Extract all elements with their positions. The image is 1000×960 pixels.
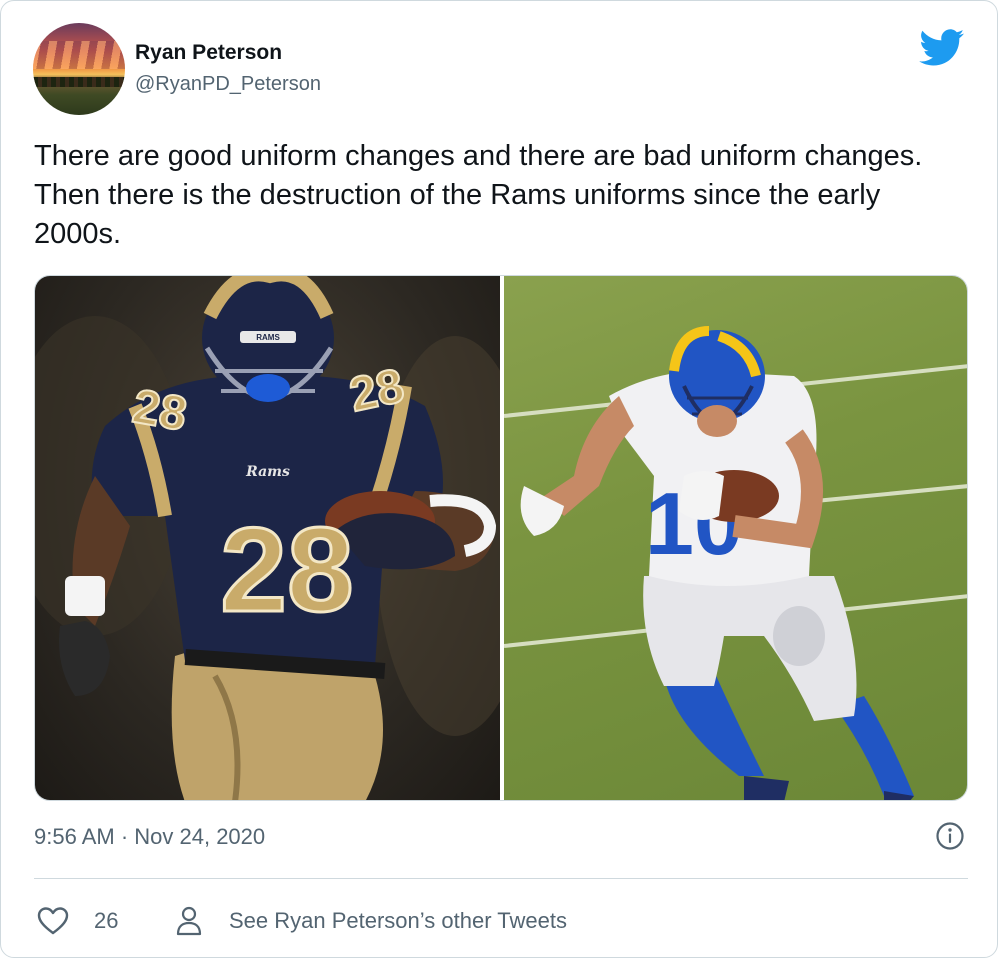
like-count[interactable]: 26 — [94, 908, 118, 934]
avatar-clouds — [33, 41, 125, 69]
photo-current-uniform[interactable]: 10 — [504, 276, 967, 800]
tweet-card: Ryan Peterson @RyanPD_Peterson There are… — [0, 0, 998, 958]
current-uniform-illustration: 10 — [504, 326, 967, 800]
heart-icon[interactable] — [36, 905, 70, 937]
author-name[interactable]: Ryan Peterson — [135, 41, 282, 65]
tweet-media[interactable]: RAMS 28 28 28 Rams 10 — [34, 275, 968, 801]
twitter-bird-icon[interactable] — [919, 29, 965, 67]
tweet-text: There are good uniform changes and there… — [34, 140, 923, 250]
jersey-number-right-shoulder: 28 — [345, 359, 408, 422]
info-icon[interactable] — [935, 821, 965, 851]
avatar[interactable] — [33, 23, 125, 115]
tweet-timestamp[interactable]: 9:56 AM · Nov 24, 2020 — [34, 824, 265, 850]
jersey-number-left-shoulder: 28 — [129, 380, 191, 441]
helmet-stripe-text: RAMS — [256, 333, 280, 342]
author-handle[interactable]: @RyanPD_Peterson — [135, 73, 321, 96]
jersey-wordmark: Rams — [245, 464, 290, 480]
classic-uniform-illustration: RAMS 28 28 28 Rams — [35, 276, 500, 800]
person-icon[interactable] — [174, 905, 204, 937]
photo-classic-uniform[interactable]: RAMS 28 28 28 Rams — [35, 276, 500, 800]
divider — [34, 878, 968, 879]
tweet-actions: 26 See Ryan Peterson’s other Tweets — [34, 899, 968, 943]
jersey-number-front: 28 — [220, 503, 353, 637]
see-other-tweets-link[interactable]: See Ryan Peterson’s other Tweets — [229, 908, 567, 934]
avatar-treeline — [33, 77, 125, 87]
